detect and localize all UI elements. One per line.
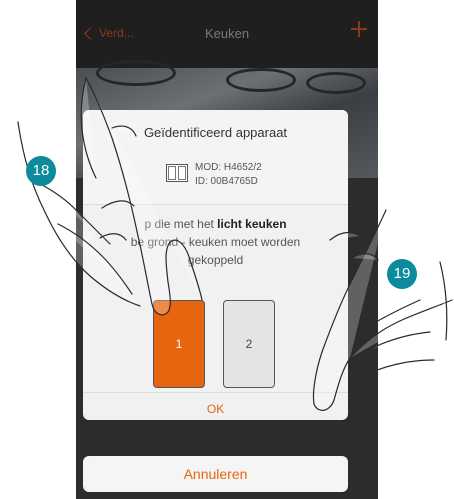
- device-id: ID: 00B4765D: [195, 176, 258, 187]
- phone-screen: Verd... Keuken Geïdentificeerd apparaat …: [76, 0, 378, 499]
- page-title: Keuken: [204, 26, 250, 41]
- step-badge-18: 18: [26, 156, 56, 186]
- instruction-bold: licht keuken: [217, 217, 287, 231]
- dialog-header: Geïdentificeerd apparaat MOD: H4652/2 ID…: [83, 110, 348, 205]
- add-icon[interactable]: [350, 20, 368, 38]
- dialog-title: Geïdentificeerd apparaat: [143, 125, 288, 140]
- cancel-button[interactable]: Annuleren: [83, 456, 348, 492]
- instruction-part-2: be grond - keuken moet worden: [130, 235, 301, 249]
- ok-button[interactable]: OK: [83, 392, 348, 420]
- device-model: MOD: H4652/2: [195, 162, 262, 173]
- navigation-bar: Verd... Keuken: [76, 0, 378, 68]
- identified-device-dialog: Geïdentificeerd apparaat MOD: H4652/2 ID…: [83, 110, 348, 420]
- double-switch-icon: [166, 164, 188, 182]
- screenshot-stage: Verd... Keuken Geïdentificeerd apparaat …: [0, 0, 454, 499]
- key-2-button[interactable]: 2: [223, 300, 275, 388]
- instruction-part-3: gekoppeld: [187, 253, 244, 267]
- step-badge-19: 19: [387, 259, 417, 289]
- key-1-button[interactable]: 1: [153, 300, 205, 388]
- instruction-text: p die met het licht keuken be grond - ke…: [83, 215, 348, 269]
- instruction-part-1: p die met het: [144, 217, 218, 231]
